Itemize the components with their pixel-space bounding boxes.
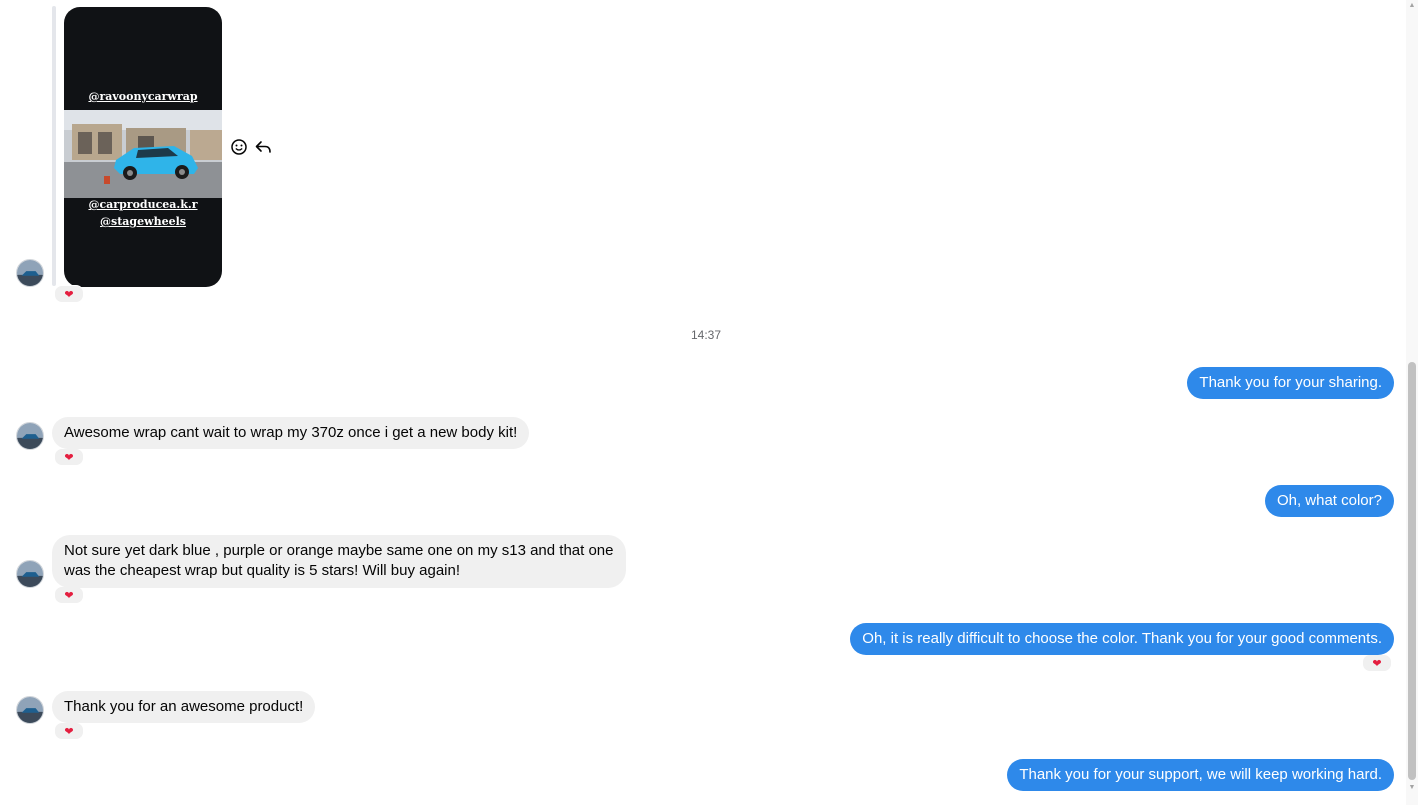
outgoing-message[interactable]: Thank you for your support, we will keep…	[1007, 759, 1394, 791]
story-handle-bottom: @stagewheels	[100, 215, 186, 228]
avatar[interactable]	[16, 696, 44, 724]
story-handle-top: @ravoonycarwrap	[88, 90, 198, 103]
scrollbar-thumb[interactable]	[1408, 362, 1416, 780]
message-timestamp: 14:37	[690, 328, 722, 342]
heart-icon[interactable]: ❤	[1362, 654, 1392, 672]
scroll-up-arrow-icon[interactable]: ▲	[1408, 2, 1416, 10]
outgoing-message[interactable]: Oh, it is really difficult to choose the…	[850, 623, 1394, 655]
message-line: Not sure yet dark blue , purple or orang…	[64, 542, 614, 559]
avatar[interactable]	[16, 560, 44, 588]
story-car-image	[64, 110, 222, 198]
incoming-message[interactable]: Not sure yet dark blue , purple or orang…	[52, 535, 626, 588]
avatar[interactable]	[16, 422, 44, 450]
story-reply-bar	[52, 6, 56, 286]
outgoing-message[interactable]: Oh, what color?	[1264, 485, 1394, 517]
reply-arrow-icon[interactable]	[254, 138, 272, 156]
story-handle-mid: @carproducea.k.r	[88, 198, 198, 211]
heart-icon[interactable]: ❤	[54, 448, 84, 466]
heart-icon[interactable]: ❤	[54, 285, 84, 303]
shared-story-card[interactable]: @ravoonycarwrap @carproducea.k.r @stagew…	[64, 7, 222, 287]
message-line: was the cheapest wrap but quality is 5 s…	[64, 562, 461, 579]
heart-icon[interactable]: ❤	[54, 586, 84, 604]
outgoing-message[interactable]: Thank you for your sharing.	[1187, 367, 1394, 399]
scroll-down-arrow-icon[interactable]: ▼	[1408, 784, 1416, 792]
avatar[interactable]	[16, 259, 44, 287]
incoming-message[interactable]: Awesome wrap cant wait to wrap my 370z o…	[52, 417, 530, 449]
heart-icon[interactable]: ❤	[54, 722, 84, 740]
scrollbar[interactable]: ▲ ▼	[1406, 0, 1418, 805]
incoming-message[interactable]: Thank you for an awesome product!	[52, 691, 316, 723]
smiley-icon[interactable]	[230, 138, 248, 156]
